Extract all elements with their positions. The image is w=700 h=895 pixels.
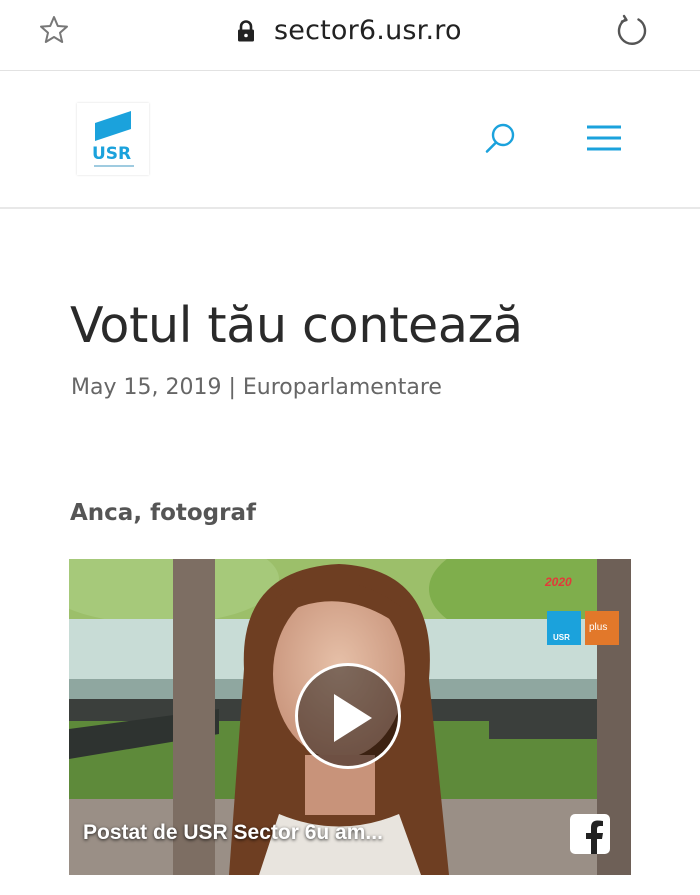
post-title: Votul tău contează — [70, 297, 523, 354]
plus-badge-label: plus — [589, 622, 608, 633]
post-meta: May 15, 2019 | Europarlamentare — [71, 375, 442, 400]
star-icon[interactable] — [38, 14, 70, 46]
logo-flag-icon — [95, 111, 131, 141]
play-button[interactable] — [295, 663, 401, 769]
reload-icon[interactable] — [613, 12, 651, 50]
usr-badge: USR — [547, 611, 581, 645]
play-icon — [334, 694, 372, 742]
plus-badge: plus — [585, 611, 619, 645]
usr-badge-label: USR — [553, 633, 570, 642]
search-icon[interactable] — [481, 119, 521, 159]
video-caption[interactable]: Postat de USR Sector 6u am... — [83, 821, 383, 845]
lock-icon — [238, 20, 254, 42]
facebook-icon[interactable] — [569, 813, 611, 855]
menu-icon[interactable] — [585, 123, 623, 153]
post-category-link[interactable]: Europarlamentare — [243, 375, 442, 400]
facebook-video-embed[interactable]: 2020 USR plus Postat de USR Sector 6u am… — [69, 559, 631, 875]
url-text[interactable]: sector6.usr.ro — [274, 15, 462, 46]
post-subheading: Anca, fotograf — [70, 500, 257, 526]
logo-tagline — [94, 165, 134, 167]
site-header: USR — [0, 71, 700, 209]
badge-year: 2020 — [545, 575, 572, 589]
browser-address-bar: sector6.usr.ro — [0, 0, 700, 71]
meta-separator: | — [228, 375, 236, 400]
site-logo[interactable]: USR — [77, 103, 149, 175]
post-date: May 15, 2019 — [71, 375, 222, 400]
logo-text: USR — [92, 144, 132, 164]
